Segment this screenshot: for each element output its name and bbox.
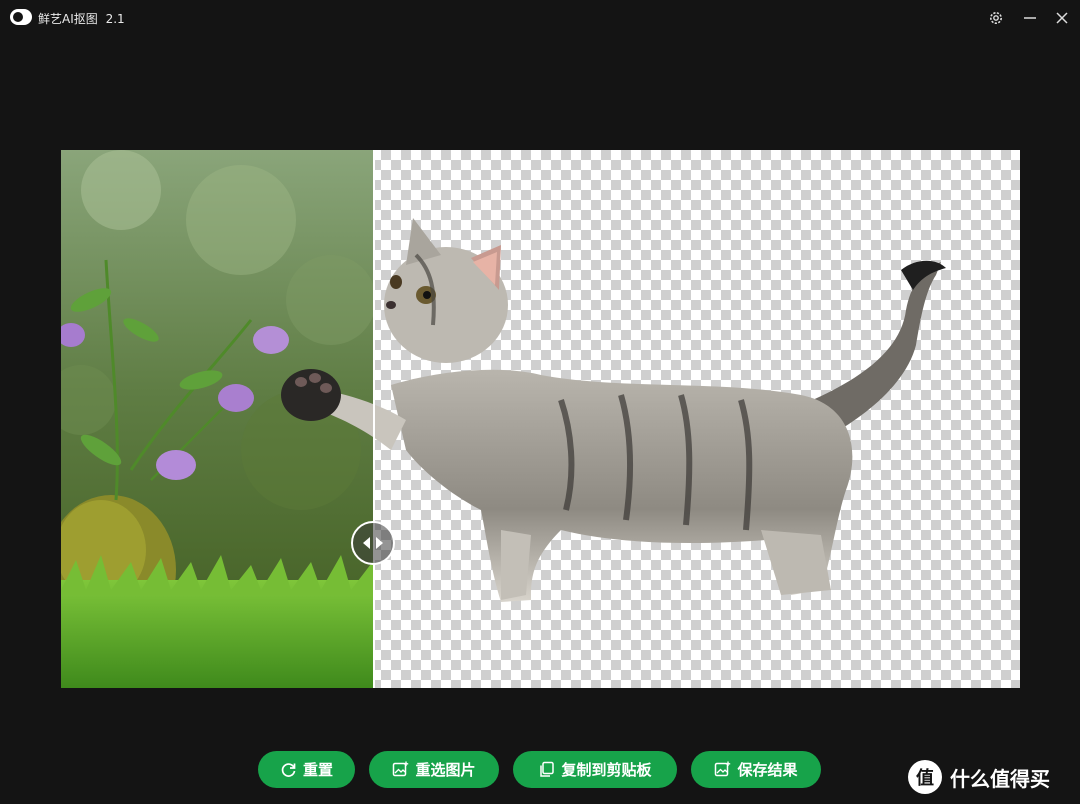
refresh-icon [281,763,296,777]
minimize-button[interactable] [1018,6,1042,30]
copy-to-clipboard-button-label: 复制到剪贴板 [561,761,652,779]
reselect-image-button-label: 重选图片 [415,761,476,779]
gear-icon [990,12,1002,24]
reselect-image-button[interactable]: 重选图片 [369,751,499,788]
reset-button-label: 重置 [302,761,333,779]
close-button[interactable] [1050,6,1074,30]
preview-canvas [61,150,1020,688]
copy-to-clipboard-button[interactable]: 复制到剪贴板 [513,751,677,788]
save-result-button[interactable]: 保存结果 [691,751,821,788]
app-version: 2.1 [105,12,125,26]
reset-button[interactable]: 重置 [258,751,355,788]
compare-preview[interactable] [61,150,1020,688]
minimize-icon [1024,17,1036,19]
compare-slider-handle[interactable] [351,521,395,565]
close-icon [1056,12,1068,24]
copy-icon [540,761,555,777]
save-result-button-label: 保存结果 [737,761,798,779]
image-save-icon [715,761,731,777]
settings-button[interactable] [984,6,1008,30]
image-add-icon [393,761,409,777]
original-photo [61,150,374,688]
app-name: 鲜艺AI抠图 [38,12,98,26]
watermark-text: 什么值得买 [950,766,1050,791]
compare-arrows-icon [363,537,383,549]
title-bar: 鲜艺AI抠图 2.1 [0,0,1080,36]
watermark-logo: 值 [908,760,942,794]
watermark: 值 什么值得买 [908,760,1050,794]
app-logo-icon [10,9,32,25]
app-title: 鲜艺AI抠图 2.1 [38,10,125,27]
